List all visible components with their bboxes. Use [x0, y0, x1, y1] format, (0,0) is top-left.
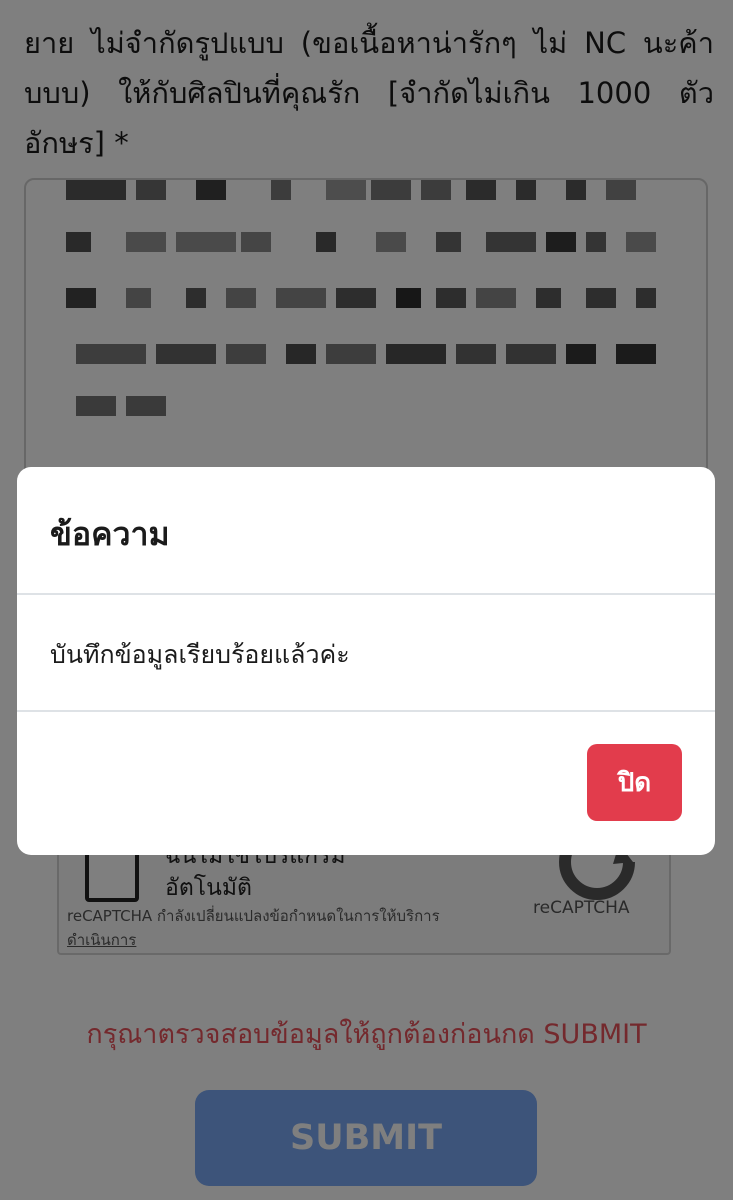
dialog-message: บันทึกข้อมูลเรียบร้อยแล้วค่ะ	[50, 640, 350, 669]
dialog-title: ข้อความ	[50, 515, 170, 553]
dialog-header: ข้อความ	[17, 467, 715, 595]
message-dialog: ข้อความ บันทึกข้อมูลเรียบร้อยแล้วค่ะ ปิด	[17, 467, 715, 855]
close-button[interactable]: ปิด	[587, 744, 682, 821]
dialog-footer: ปิด	[17, 712, 715, 855]
dialog-body: บันทึกข้อมูลเรียบร้อยแล้วค่ะ	[17, 595, 715, 712]
